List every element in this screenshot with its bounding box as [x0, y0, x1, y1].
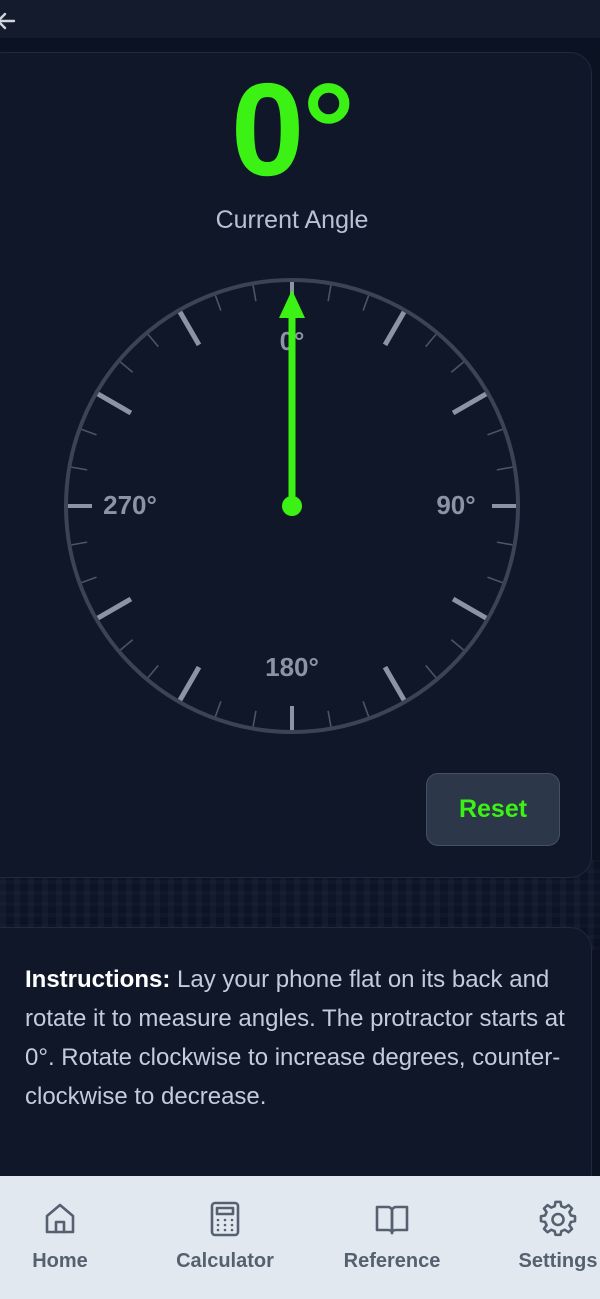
- dial-tick: [252, 710, 257, 727]
- dial-tick: [214, 701, 222, 717]
- dial-tick: [81, 576, 97, 584]
- dial-tick: [71, 466, 88, 471]
- dial-tick: [382, 665, 407, 702]
- dial-tick: [425, 664, 437, 679]
- nav-settings-label: Settings: [518, 1250, 598, 1272]
- angle-needle: [279, 290, 305, 516]
- instructions-text: Instructions: Lay your phone flat on its…: [25, 960, 575, 1116]
- protractor-dial: 0° 90° 180° 270°: [64, 278, 520, 734]
- dial-tick: [96, 391, 133, 416]
- dial-tick: [147, 333, 159, 348]
- needle-arrowhead: [279, 290, 305, 318]
- back-arrow-icon[interactable]: [0, 8, 20, 34]
- nav-reference[interactable]: Reference: [332, 1196, 452, 1273]
- calculator-icon: [210, 1201, 240, 1237]
- nav-home-label: Home: [32, 1250, 88, 1272]
- dial-tick: [451, 391, 488, 416]
- dial-tick: [119, 361, 134, 373]
- reset-button[interactable]: Reset: [426, 773, 560, 846]
- dial-tick: [362, 701, 370, 717]
- dial-tick: [487, 576, 503, 584]
- current-angle-value: 0°: [230, 56, 355, 203]
- dial-tick: [496, 541, 513, 546]
- dial-tick: [147, 664, 159, 679]
- dial-tick: [382, 310, 407, 347]
- book-icon: [375, 1205, 409, 1235]
- dial-tick: [425, 333, 437, 348]
- dial-tick: [119, 639, 134, 651]
- dial-tick: [177, 310, 202, 347]
- nav-calculator[interactable]: Calculator: [165, 1196, 285, 1273]
- dial-tick: [96, 596, 133, 621]
- dial-tick: [362, 295, 370, 311]
- dial-tick: [327, 710, 332, 727]
- dial-tick: [451, 596, 488, 621]
- nav-settings[interactable]: Settings: [498, 1196, 600, 1273]
- nav-home[interactable]: Home: [0, 1196, 120, 1273]
- dial-tick: [487, 428, 503, 436]
- dial-tick: [214, 295, 222, 311]
- dial-tick: [327, 285, 332, 302]
- dial-tick: [450, 639, 465, 651]
- nav-reference-label: Reference: [343, 1250, 441, 1272]
- dial-tick: [71, 541, 88, 546]
- home-icon: [45, 1203, 75, 1234]
- dial-tick: [450, 361, 465, 373]
- dial-label-90: 90°: [436, 490, 475, 520]
- dial-tick: [177, 665, 202, 702]
- nav-calculator-label: Calculator: [176, 1250, 274, 1272]
- dial-tick: [252, 285, 257, 302]
- dial-tick: [81, 428, 97, 436]
- dial-label-180: 180°: [265, 652, 319, 682]
- dial-tick: [496, 466, 513, 471]
- instructions-heading: Instructions:: [25, 966, 171, 993]
- dial-label-270: 270°: [103, 490, 157, 520]
- needle-pivot: [282, 496, 302, 516]
- bottom-navigation: Home Calculator Reference Settings: [0, 1176, 600, 1299]
- gear-icon: [539, 1200, 577, 1237]
- current-angle-label: Current Angle: [215, 206, 369, 234]
- top-bar: [0, 0, 600, 38]
